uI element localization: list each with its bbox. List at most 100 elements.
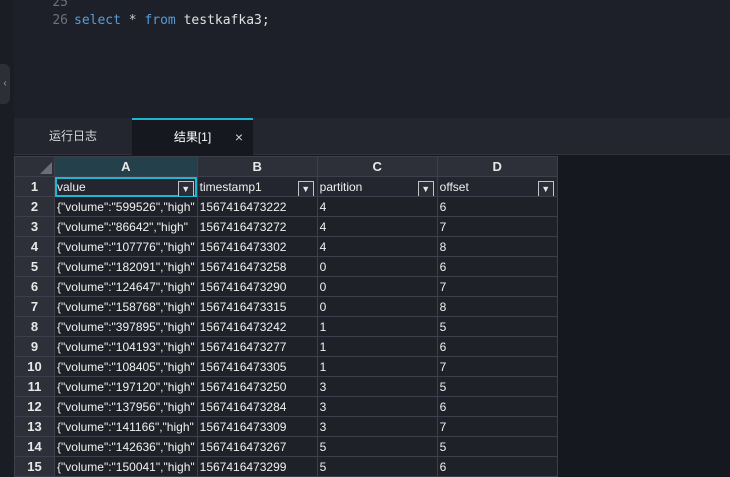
grid-cell[interactable]: 1567416473305 [196, 356, 318, 377]
row-number[interactable]: 8 [14, 316, 55, 337]
row-number[interactable]: 14 [14, 436, 55, 457]
row-number[interactable]: 13 [14, 416, 55, 437]
grid-cell[interactable]: 1567416473290 [196, 276, 318, 297]
grid-cell[interactable]: 4 [316, 196, 438, 217]
grid-cell[interactable]: 1567416473277 [196, 336, 318, 357]
row-number[interactable]: 9 [14, 336, 55, 357]
grid-cell[interactable]: 8 [436, 296, 558, 317]
grid-cell[interactable]: 6 [436, 396, 558, 417]
grid-cell[interactable]: {"volume":"182091","high" [54, 256, 198, 277]
result-tabbar: 运行日志 结果[1] × [14, 118, 730, 155]
column-header-c[interactable]: C [316, 156, 438, 177]
table-row: 12 {"volume":"137956","high" 1567416473284… [14, 396, 558, 417]
tab-result-1[interactable]: 结果[1] × [132, 118, 253, 155]
tab-run-log[interactable]: 运行日志 [14, 118, 132, 155]
chevron-down-icon[interactable]: ▼ [417, 180, 434, 196]
chevron-down-icon[interactable]: ▼ [177, 180, 194, 196]
grid-cell[interactable]: 6 [436, 336, 558, 357]
grid-cell[interactable]: 1 [316, 356, 438, 377]
row-number[interactable]: 1 [14, 176, 55, 197]
grid-cell[interactable]: 1567416473258 [196, 256, 318, 277]
grid-cell[interactable]: {"volume":"124647","high" [54, 276, 198, 297]
column-header-a[interactable]: A [54, 156, 198, 177]
chevron-down-icon[interactable]: ▼ [297, 180, 314, 196]
grid-cell[interactable]: 5 [436, 316, 558, 337]
grid-cell[interactable]: 3 [316, 396, 438, 417]
grid-cell[interactable]: 1567416473284 [196, 396, 318, 417]
grid-cell[interactable]: {"volume":"137956","high" [54, 396, 198, 417]
grid-cell[interactable]: 6 [436, 256, 558, 277]
grid-cell[interactable]: 8 [436, 236, 558, 257]
grid-cell[interactable]: 7 [436, 216, 558, 237]
table-row: 3 {"volume":"86642","high" 1567416473272 4 7 [14, 216, 558, 237]
grid-cell[interactable]: {"volume":"141166","high" [54, 416, 198, 437]
result-grid[interactable]: A B C D 1 value ▼ timestamp1 ▼ partition ▼ … [14, 156, 558, 477]
row-number[interactable]: 2 [14, 196, 55, 217]
row-number[interactable]: 15 [14, 456, 55, 477]
row-number[interactable]: 7 [14, 296, 55, 317]
grid-cell[interactable]: 1567416473315 [196, 296, 318, 317]
grid-cell[interactable]: 0 [316, 296, 438, 317]
select-all-corner[interactable] [14, 156, 55, 177]
grid-cell[interactable]: {"volume":"397895","high" [54, 316, 198, 337]
row-number[interactable]: 6 [14, 276, 55, 297]
grid-cell[interactable]: 1567416473299 [196, 456, 318, 477]
grid-cell[interactable]: {"volume":"150041","high" [54, 456, 198, 477]
collapse-sidebar-icon[interactable]: ‹ [0, 64, 10, 104]
code-line[interactable]: select * from testkafka3; [74, 13, 270, 28]
row-number[interactable]: 3 [14, 216, 55, 237]
grid-cell[interactable]: 1567416473222 [196, 196, 318, 217]
row-number[interactable]: 11 [14, 376, 55, 397]
grid-cell[interactable]: 6 [436, 456, 558, 477]
sql-editor[interactable]: 25 26 select * from testkafka3; [14, 0, 730, 118]
grid-cell[interactable]: 6 [436, 196, 558, 217]
grid-cell[interactable]: 4 [316, 236, 438, 257]
row-number[interactable]: 4 [14, 236, 55, 257]
table-row: 9 {"volume":"104193","high" 1567416473277 1… [14, 336, 558, 357]
grid-cell[interactable]: 7 [436, 276, 558, 297]
grid-cell[interactable]: {"volume":"599526","high" [54, 196, 198, 217]
table-row: 11 {"volume":"197120","high" 1567416473250… [14, 376, 558, 397]
grid-cell[interactable]: {"volume":"158768","high" [54, 296, 198, 317]
grid-cell[interactable]: 1567416473242 [196, 316, 318, 337]
grid-cell[interactable]: {"volume":"142636","high" [54, 436, 198, 457]
line-number: 26 [52, 13, 68, 28]
grid-cell[interactable]: 1 [316, 336, 438, 357]
grid-cell[interactable]: 1567416473309 [196, 416, 318, 437]
field-header-cell[interactable]: partition ▼ [316, 176, 438, 197]
grid-cell[interactable]: 1567416473302 [196, 236, 318, 257]
tab-label: 结果[1] [173, 130, 212, 144]
chevron-down-icon[interactable]: ▼ [537, 180, 554, 196]
grid-cell[interactable]: 5 [436, 436, 558, 457]
table-row: 15 {"volume":"150041","high" 1567416473299… [14, 456, 558, 477]
grid-cell[interactable]: {"volume":"108405","high" [54, 356, 198, 377]
grid-cell[interactable]: 1 [316, 316, 438, 337]
grid-cell[interactable]: 5 [436, 376, 558, 397]
column-header-d[interactable]: D [436, 156, 558, 177]
grid-cell[interactable]: 4 [316, 216, 438, 237]
grid-cell[interactable]: {"volume":"197120","high" [54, 376, 198, 397]
grid-cell[interactable]: 3 [316, 376, 438, 397]
row-number[interactable]: 12 [14, 396, 55, 417]
field-name: offset [439, 179, 469, 194]
grid-cell[interactable]: 7 [436, 356, 558, 377]
field-header-cell[interactable]: timestamp1 ▼ [196, 176, 318, 197]
grid-cell[interactable]: 1567416473267 [196, 436, 318, 457]
grid-cell[interactable]: {"volume":"107776","high" [54, 236, 198, 257]
grid-cell[interactable]: 7 [436, 416, 558, 437]
grid-cell[interactable]: 5 [316, 456, 438, 477]
row-number[interactable]: 5 [14, 256, 55, 277]
grid-cell[interactable]: 1567416473250 [196, 376, 318, 397]
grid-cell[interactable]: 0 [316, 256, 438, 277]
close-icon[interactable]: × [235, 120, 243, 154]
grid-cell[interactable]: 3 [316, 416, 438, 437]
field-header-cell[interactable]: value ▼ [54, 176, 198, 197]
grid-cell[interactable]: {"volume":"104193","high" [54, 336, 198, 357]
grid-cell[interactable]: 5 [316, 436, 438, 457]
column-header-b[interactable]: B [196, 156, 318, 177]
grid-cell[interactable]: 0 [316, 276, 438, 297]
grid-cell[interactable]: {"volume":"86642","high" [54, 216, 198, 237]
field-header-cell[interactable]: offset ▼ [436, 176, 558, 197]
grid-cell[interactable]: 1567416473272 [196, 216, 318, 237]
row-number[interactable]: 10 [14, 356, 55, 377]
